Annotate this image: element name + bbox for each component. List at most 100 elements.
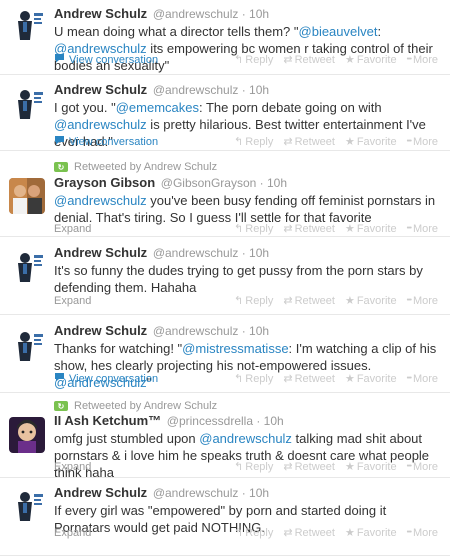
user-handle[interactable]: @GibsonGrayson xyxy=(161,176,257,190)
mention-link[interactable]: @andrewschulz xyxy=(54,193,147,208)
retweet-icon: ⇄ xyxy=(283,223,293,235)
user-handle[interactable]: @andrewschulz xyxy=(153,324,239,338)
reply-button[interactable]: ↰ Reply xyxy=(234,134,273,150)
favorite-button[interactable]: ★ Favorite xyxy=(345,371,397,387)
timestamp[interactable]: 10h xyxy=(264,414,284,428)
retweeted-by-label[interactable]: Retweeted by Andrew Schulz xyxy=(74,161,217,173)
user-name[interactable]: Grayson Gibson xyxy=(54,175,155,190)
retweet-button[interactable]: ⇄ Retweet xyxy=(283,221,335,237)
tweet-text-segment: : xyxy=(377,24,382,39)
expand-link[interactable]: Expand xyxy=(54,461,91,473)
more-dots-icon: ••• xyxy=(406,138,412,145)
favorite-button[interactable]: ★ Favorite xyxy=(345,52,397,68)
reply-button[interactable]: ↰ Reply xyxy=(234,293,273,309)
reply-button[interactable]: ↰ Reply xyxy=(234,525,273,541)
favorite-label: Favorite xyxy=(356,373,397,385)
retweet-button[interactable]: ⇄ Retweet xyxy=(283,293,335,309)
favorite-button[interactable]: ★ Favorite xyxy=(345,134,397,150)
favorite-button[interactable]: ★ Favorite xyxy=(345,459,397,475)
favorite-button[interactable]: ★ Favorite xyxy=(345,525,397,541)
retweet-icon: ⇄ xyxy=(283,461,293,473)
user-name[interactable]: Andrew Schulz xyxy=(54,6,147,21)
retweet-button[interactable]: ⇄ Retweet xyxy=(283,52,335,68)
view-conversation-label: View conversation xyxy=(69,54,159,66)
user-name[interactable]: Andrew Schulz xyxy=(54,245,147,260)
avatar[interactable] xyxy=(9,328,45,364)
user-handle[interactable]: @andrewschulz xyxy=(153,83,239,97)
star-icon: ★ xyxy=(344,223,355,235)
tweet[interactable]: Andrew Schulz @andrewschulz · 10h It's so… xyxy=(0,238,450,315)
avatar[interactable] xyxy=(9,178,45,214)
tweet-timeline: Andrew Schulz @andrewschulz · 10h U mean … xyxy=(0,0,450,556)
mention-link[interactable]: @andrewschulz xyxy=(199,431,292,446)
retweet-label: Retweet xyxy=(294,461,335,473)
avatar[interactable] xyxy=(9,86,45,122)
retweet-button[interactable]: ⇄ Retweet xyxy=(283,371,335,387)
mention-link[interactable]: @mistressmatisse xyxy=(182,341,288,356)
reply-arrow-icon: ↰ xyxy=(234,527,244,539)
avatar[interactable] xyxy=(9,417,45,453)
tweet[interactable]: Andrew Schulz @andrewschulz · 10h If ever… xyxy=(0,479,450,556)
reply-button[interactable]: ↰ Reply xyxy=(234,52,273,68)
timestamp[interactable]: 10h xyxy=(249,83,269,97)
favorite-button[interactable]: ★ Favorite xyxy=(345,221,397,237)
user-name[interactable]: Andrew Schulz xyxy=(54,485,147,500)
view-conversation-label: View conversation xyxy=(69,373,159,385)
avatar[interactable] xyxy=(9,7,45,43)
retweet-badge-icon: ↻ xyxy=(54,401,68,411)
more-button[interactable]: ••• More xyxy=(407,525,438,541)
more-button[interactable]: ••• More xyxy=(407,221,438,237)
user-handle[interactable]: @princessdrella xyxy=(167,414,253,428)
tweet-text-segment: omfg just stumbled upon xyxy=(54,431,200,446)
tweet[interactable]: ↻ Retweeted by Andrew Schulz Grayson Gibso… xyxy=(0,152,450,237)
expand-link[interactable]: Expand xyxy=(54,527,91,539)
tweet[interactable]: Andrew Schulz @andrewschulz · 10h U mean … xyxy=(0,0,450,75)
timestamp[interactable]: 10h xyxy=(249,7,269,21)
mention-link[interactable]: @andrewschulz xyxy=(54,117,147,132)
tweet[interactable]: Andrew Schulz @andrewschulz · 10h Thanks … xyxy=(0,316,450,393)
favorite-label: Favorite xyxy=(356,54,397,66)
expand-link[interactable]: Expand xyxy=(54,295,91,307)
more-button[interactable]: ••• More xyxy=(407,134,438,150)
tweet-actions: ↰ Reply ⇄ Retweet ★ Favorite ••• More xyxy=(234,293,438,309)
expand-link[interactable]: Expand xyxy=(54,223,91,235)
tweet-header: Andrew Schulz @andrewschulz · 10h xyxy=(54,82,444,98)
timestamp[interactable]: 10h xyxy=(249,324,269,338)
timestamp[interactable]: 10h xyxy=(249,486,269,500)
user-name[interactable]: Andrew Schulz xyxy=(54,323,147,338)
user-handle[interactable]: @andrewschulz xyxy=(153,7,239,21)
view-conversation-link[interactable]: View conversation xyxy=(54,134,158,150)
reply-button[interactable]: ↰ Reply xyxy=(234,459,273,475)
user-handle[interactable]: @andrewschulz xyxy=(153,486,239,500)
more-button[interactable]: ••• More xyxy=(407,371,438,387)
user-name[interactable]: Andrew Schulz xyxy=(54,82,147,97)
retweeted-by-label[interactable]: Retweeted by Andrew Schulz xyxy=(74,400,217,412)
retweet-button[interactable]: ⇄ Retweet xyxy=(283,459,335,475)
mention-link[interactable]: @bieauvelvet xyxy=(299,24,378,39)
avatar[interactable] xyxy=(9,488,45,524)
retweet-button[interactable]: ⇄ Retweet xyxy=(283,525,335,541)
retweet-label: Retweet xyxy=(294,136,335,148)
more-button[interactable]: ••• More xyxy=(407,293,438,309)
timestamp[interactable]: 10h xyxy=(267,176,287,190)
more-button[interactable]: ••• More xyxy=(407,459,438,475)
tweet[interactable]: ↻ Retweeted by Andrew Schulz II Ash Ketchu… xyxy=(0,394,450,480)
star-icon: ★ xyxy=(344,373,355,385)
reply-button[interactable]: ↰ Reply xyxy=(234,221,273,237)
reply-label: Reply xyxy=(245,295,274,307)
avatar[interactable] xyxy=(9,249,45,285)
reply-button[interactable]: ↰ Reply xyxy=(234,371,273,387)
view-conversation-link[interactable]: View conversation xyxy=(54,371,158,387)
tweet[interactable]: Andrew Schulz @andrewschulz · 10h I got y… xyxy=(0,76,450,151)
user-name[interactable]: II Ash Ketchum™ xyxy=(54,413,161,428)
timestamp[interactable]: 10h xyxy=(249,246,269,260)
more-button[interactable]: ••• More xyxy=(407,52,438,68)
more-dots-icon: ••• xyxy=(406,529,412,536)
tweet-actions: ↰ Reply ⇄ Retweet ★ Favorite ••• More xyxy=(234,134,438,150)
view-conversation-link[interactable]: View conversation xyxy=(54,52,158,68)
retweet-button[interactable]: ⇄ Retweet xyxy=(283,134,335,150)
favorite-button[interactable]: ★ Favorite xyxy=(345,293,397,309)
mention-link[interactable]: @ememcakes xyxy=(116,100,199,115)
favorite-label: Favorite xyxy=(356,223,397,235)
user-handle[interactable]: @andrewschulz xyxy=(153,246,239,260)
